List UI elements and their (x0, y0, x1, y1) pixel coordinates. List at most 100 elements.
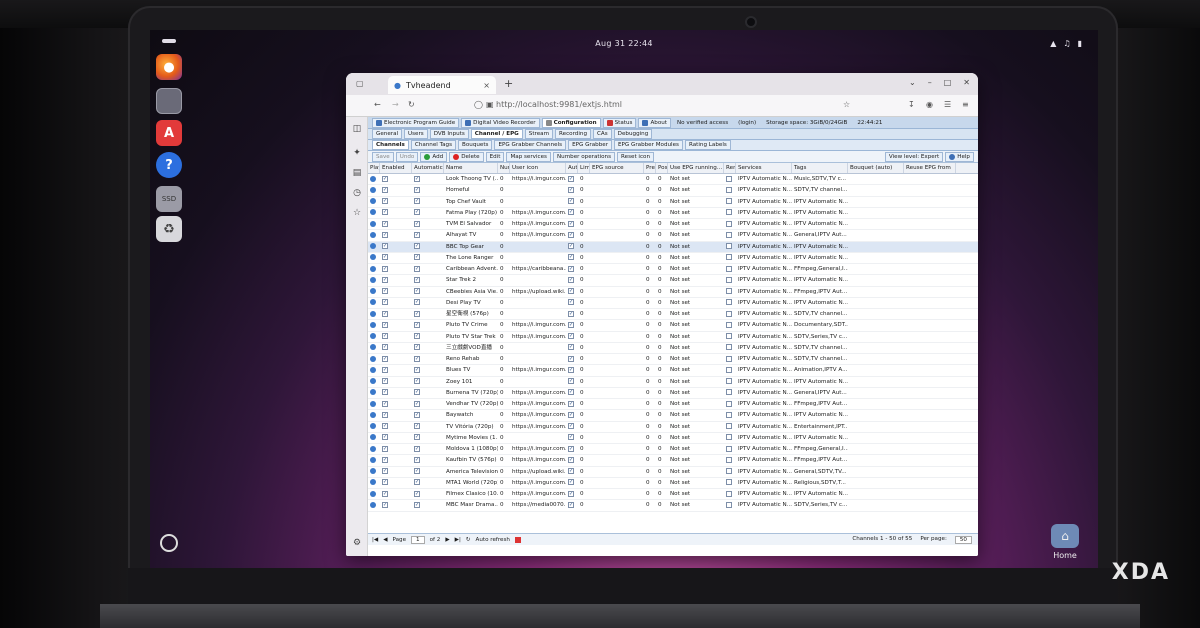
table-row[interactable]: ✓ ✓ America Television 0 https://upload.wiki… (368, 467, 978, 478)
extensions-icon[interactable]: ☰ (944, 100, 951, 109)
enabled-checkbox[interactable]: ✓ (380, 197, 412, 207)
enabled-checkbox[interactable]: ✓ (380, 208, 412, 218)
table-row[interactable]: ✓ ✓ Pluto TV Star Trek 0 https://i.imgur.com… (368, 332, 978, 343)
downloads-icon[interactable]: ↧ (908, 100, 915, 109)
tab-dvb-inputs[interactable]: DVB Inputs (429, 129, 469, 139)
remove-checkbox[interactable] (724, 444, 736, 454)
automatic-checkbox[interactable]: ✓ (412, 354, 444, 364)
auto-checkbox[interactable]: ✓ (566, 208, 578, 218)
table-row[interactable]: ✓ ✓ Star Trek 2 0 ✓ 0 0 0 Not set IPTV Automatic … (368, 275, 978, 287)
remove-checkbox[interactable] (724, 208, 736, 218)
table-row[interactable]: ✓ ✓ Filmex Clasico (10... 0 https://i.imgur.… (368, 489, 978, 501)
column-header[interactable]: Pre (644, 163, 656, 173)
tab-channels[interactable]: Channels (372, 140, 409, 150)
enabled-checkbox[interactable]: ✓ (380, 253, 412, 263)
number-operations-button[interactable]: Number operations (552, 151, 616, 162)
play-icon[interactable] (368, 219, 380, 229)
play-icon[interactable] (368, 354, 380, 364)
synced-tabs-icon[interactable]: ▤ (351, 167, 363, 179)
page-info-icon[interactable]: ▣ (486, 100, 494, 109)
auto-checkbox[interactable]: ✓ (566, 174, 578, 184)
auto-checkbox[interactable]: ✓ (566, 332, 578, 342)
table-row[interactable]: ✓ ✓ MTA1 World (720p) 0 https://i.imgur.com.… (368, 478, 978, 489)
play-icon[interactable] (368, 287, 380, 297)
auto-checkbox[interactable]: ✓ (566, 377, 578, 387)
tab-general[interactable]: General (372, 129, 403, 139)
play-icon[interactable] (368, 298, 380, 308)
tab-about[interactable]: About (638, 117, 671, 128)
play-icon[interactable] (368, 242, 380, 252)
tab-stream[interactable]: Stream (524, 129, 554, 139)
enabled-checkbox[interactable]: ✓ (380, 230, 412, 240)
table-row[interactable]: ✓ ✓ Pluto TV Crime 0 https://i.imgur.com... ✓… (368, 320, 978, 332)
column-header[interactable]: Services (736, 163, 792, 173)
table-row[interactable]: ✓ ✓ Mytime Movies (1... 0 ✓ 0 0 0 Not set IPTV Au… (368, 433, 978, 444)
play-icon[interactable] (368, 253, 380, 263)
column-header[interactable]: Automatic... (412, 163, 444, 173)
auto-checkbox[interactable]: ✓ (566, 197, 578, 207)
tab-epg-grabber-modules[interactable]: EPG Grabber Modules (614, 140, 683, 150)
auto-checkbox[interactable]: ✓ (566, 343, 578, 353)
clock[interactable]: Aug 31 22:44 (150, 39, 1098, 48)
ai-chat-icon[interactable]: ✦ (351, 147, 363, 159)
prev-page-icon[interactable]: ◀ (383, 537, 387, 543)
auto-checkbox[interactable]: ✓ (566, 185, 578, 195)
table-row[interactable]: ✓ ✓ Blues TV 0 https://i.imgur.com... ✓ 0 0 0 Not… (368, 365, 978, 377)
play-icon[interactable] (368, 455, 380, 465)
automatic-checkbox[interactable]: ✓ (412, 433, 444, 443)
delete-button[interactable]: Delete (449, 151, 484, 162)
play-icon[interactable] (368, 197, 380, 207)
column-header[interactable]: Rem (724, 163, 736, 173)
auto-refresh-checkbox[interactable] (514, 536, 521, 543)
enabled-checkbox[interactable]: ✓ (380, 433, 412, 443)
edit-button[interactable]: Edit (485, 151, 505, 162)
automatic-checkbox[interactable]: ✓ (412, 467, 444, 477)
automatic-checkbox[interactable]: ✓ (412, 219, 444, 229)
automatic-checkbox[interactable]: ✓ (412, 388, 444, 398)
play-icon[interactable] (368, 332, 380, 342)
table-row[interactable]: ✓ ✓ Zoey 101 0 ✓ 0 0 0 Not set IPTV Automatic N..… (368, 377, 978, 388)
undo-button[interactable]: Undo (395, 151, 419, 162)
battery-icon[interactable]: ▮ (1078, 39, 1082, 48)
enabled-checkbox[interactable]: ✓ (380, 444, 412, 454)
firefox-icon[interactable]: ● (156, 54, 182, 80)
system-tray[interactable]: ▲ ♫ ▮ (1050, 39, 1082, 48)
remove-checkbox[interactable] (724, 399, 736, 409)
minimize-icon[interactable]: – (928, 78, 932, 87)
auto-checkbox[interactable]: ✓ (566, 489, 578, 499)
remove-checkbox[interactable] (724, 489, 736, 499)
view-level-select[interactable]: View level: Expert (884, 151, 944, 162)
play-icon[interactable] (368, 309, 380, 319)
auto-checkbox[interactable]: ✓ (566, 264, 578, 274)
play-icon[interactable] (368, 208, 380, 218)
automatic-checkbox[interactable]: ✓ (412, 230, 444, 240)
menu-icon[interactable]: ≡ (962, 100, 969, 109)
automatic-checkbox[interactable]: ✓ (412, 332, 444, 342)
table-row[interactable]: ✓ ✓ The Lone Ranger 0 ✓ 0 0 0 Not set IPTV Automa… (368, 253, 978, 264)
enabled-checkbox[interactable]: ✓ (380, 365, 412, 375)
auto-checkbox[interactable]: ✓ (566, 388, 578, 398)
tab-dvr[interactable]: Digital Video Recorder (461, 117, 540, 128)
table-row[interactable]: ✓ ✓ Top Chef Vault 0 ✓ 0 0 0 Not set IPTV Automat… (368, 197, 978, 208)
remove-checkbox[interactable] (724, 365, 736, 375)
auto-checkbox[interactable]: ✓ (566, 253, 578, 263)
last-page-icon[interactable]: ▶| (455, 537, 461, 543)
auto-checkbox[interactable]: ✓ (566, 433, 578, 443)
reload-icon[interactable]: ↻ (408, 100, 415, 109)
play-icon[interactable] (368, 388, 380, 398)
play-icon[interactable] (368, 230, 380, 240)
remove-checkbox[interactable] (724, 230, 736, 240)
enabled-checkbox[interactable]: ✓ (380, 489, 412, 499)
remove-checkbox[interactable] (724, 320, 736, 330)
remove-checkbox[interactable] (724, 219, 736, 229)
trash-icon[interactable]: ♻ (156, 216, 182, 242)
tab-epg[interactable]: Electronic Program Guide (372, 117, 460, 128)
enabled-checkbox[interactable]: ✓ (380, 410, 412, 420)
play-icon[interactable] (368, 185, 380, 195)
column-header[interactable]: Play (368, 163, 380, 173)
column-header[interactable]: Reuse EPG from (904, 163, 956, 173)
tab-status[interactable]: Status (602, 117, 637, 128)
auto-checkbox[interactable]: ✓ (566, 219, 578, 229)
bookmarks-icon[interactable]: ☆ (351, 207, 363, 219)
table-row[interactable]: ✓ ✓ BBC Top Gear 0 ✓ 0 0 0 Not set IPTV Automatic… (368, 241, 978, 253)
